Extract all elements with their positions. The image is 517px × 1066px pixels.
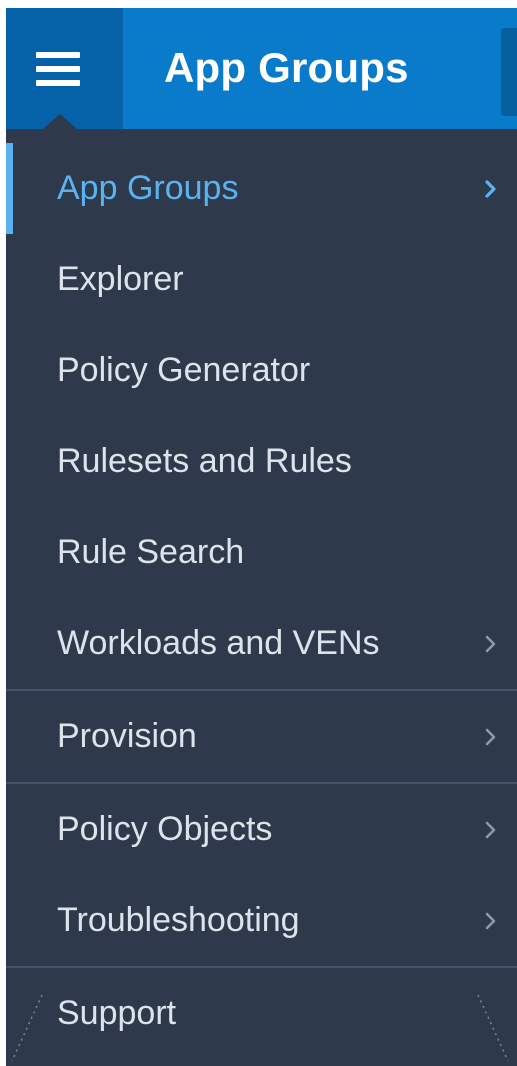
menu-item-label: Explorer (57, 260, 184, 298)
menu-item-policy-objects[interactable]: Policy Objects (6, 784, 517, 875)
menu-item-label: Troubleshooting (57, 901, 300, 939)
menu-item-label: Rulesets and Rules (57, 442, 352, 480)
decorative-stitch (11, 994, 43, 1062)
menu-item-app-groups[interactable]: App Groups (6, 143, 517, 234)
decorative-stitch (477, 994, 509, 1062)
page-title: App Groups (164, 44, 409, 91)
menu-item-label: App Groups (57, 169, 239, 207)
menu-item-policy-generator[interactable]: Policy Generator (6, 325, 517, 416)
menu-item-explorer[interactable]: Explorer (6, 234, 517, 325)
chevron-right-icon (484, 912, 498, 930)
menu-toggle-button[interactable] (6, 8, 123, 129)
menu-item-provision[interactable]: Provision (6, 691, 517, 782)
menu-item-label: Workloads and VENs (57, 624, 380, 662)
menu-item-rulesets-and-rules[interactable]: Rulesets and Rules (6, 416, 517, 507)
menu-item-label: Rule Search (57, 533, 245, 571)
hamburger-icon (36, 52, 80, 86)
app-window: App Groups App Groups Explorer Policy Ge… (6, 8, 517, 1066)
header-edge-panel (501, 28, 517, 116)
menu-item-label: Provision (57, 717, 197, 755)
chevron-right-icon (484, 180, 498, 198)
menu-item-label: Policy Objects (57, 810, 273, 848)
menu-item-support[interactable]: Support (6, 968, 517, 1059)
chevron-right-icon (484, 635, 498, 653)
caret-up-icon (43, 114, 77, 129)
menu-item-label: Support (57, 994, 177, 1032)
header-bar: App Groups (6, 8, 517, 129)
menu-item-rule-search[interactable]: Rule Search (6, 507, 517, 598)
menu-item-workloads-and-vens[interactable]: Workloads and VENs (6, 598, 517, 689)
menu-item-troubleshooting[interactable]: Troubleshooting (6, 875, 517, 966)
menu-item-label: Policy Generator (57, 351, 311, 389)
navigation-menu: App Groups Explorer Policy Generator Rul… (6, 143, 517, 1059)
chevron-right-icon (484, 728, 498, 746)
chevron-right-icon (484, 821, 498, 839)
